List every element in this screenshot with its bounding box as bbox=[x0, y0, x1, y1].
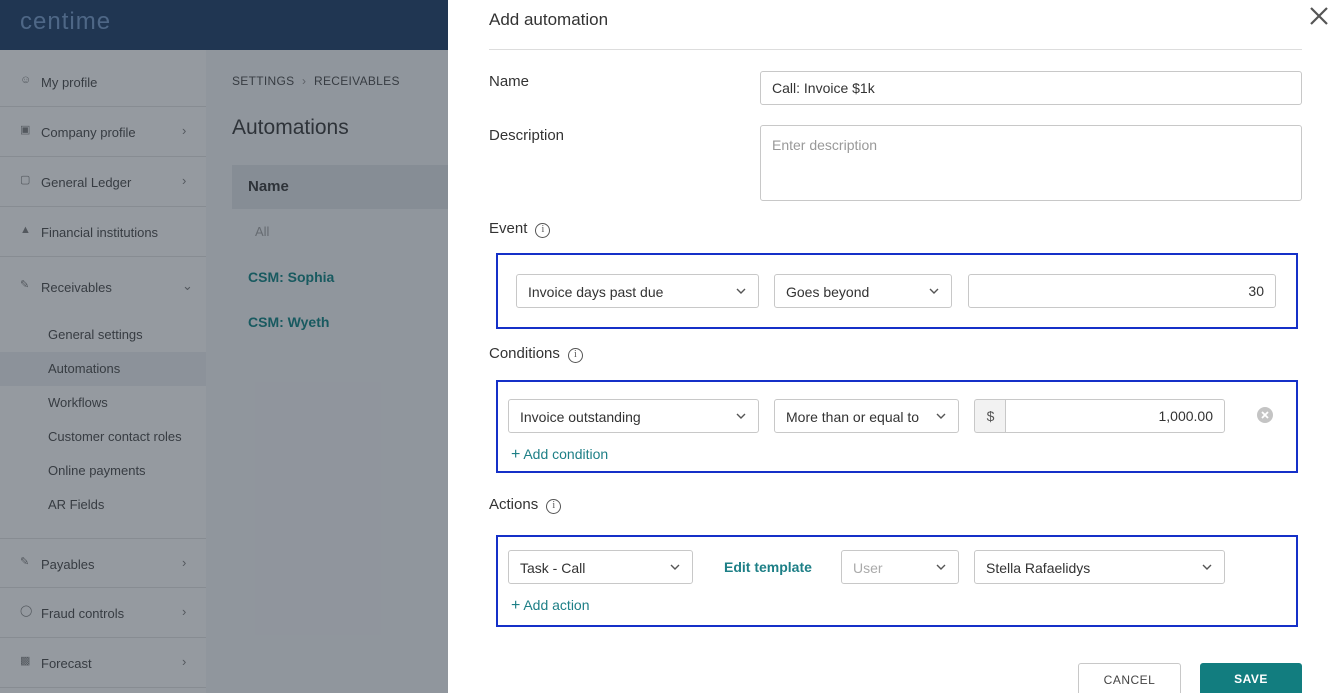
plus-icon: + bbox=[511, 446, 521, 463]
assignee-select[interactable]: Stella Rafaelidys bbox=[974, 550, 1225, 584]
event-value-input[interactable] bbox=[968, 274, 1276, 308]
add-condition-button[interactable]: + Add condition bbox=[511, 446, 608, 464]
select-value: User bbox=[853, 560, 883, 576]
actions-label-row: Actions i bbox=[489, 496, 562, 514]
save-button[interactable]: SAVE bbox=[1200, 663, 1302, 693]
info-icon[interactable]: i bbox=[567, 348, 583, 363]
close-icon bbox=[1310, 7, 1328, 25]
chevron-down-icon bbox=[736, 288, 746, 294]
select-value: Goes beyond bbox=[786, 284, 870, 300]
condition-value-input[interactable] bbox=[1005, 399, 1225, 433]
chevron-down-icon bbox=[670, 564, 680, 570]
condition-type-select[interactable]: Invoice outstanding bbox=[508, 399, 759, 433]
select-value: Stella Rafaelidys bbox=[986, 560, 1091, 576]
remove-condition-button[interactable] bbox=[1257, 407, 1273, 423]
select-value: Invoice outstanding bbox=[520, 409, 641, 425]
event-type-select[interactable]: Invoice days past due bbox=[516, 274, 759, 308]
close-circle-icon bbox=[1261, 411, 1269, 419]
close-button[interactable] bbox=[1306, 3, 1332, 29]
description-label: Description bbox=[489, 127, 565, 144]
divider bbox=[489, 49, 1302, 50]
panel-title: Add automation bbox=[489, 10, 609, 29]
add-action-button[interactable]: + Add action bbox=[511, 597, 590, 615]
modal-overlay[interactable] bbox=[0, 0, 448, 693]
event-label: Event bbox=[489, 220, 528, 237]
condition-operator-select[interactable]: More than or equal to bbox=[774, 399, 959, 433]
assignee-type-select[interactable]: User bbox=[841, 550, 959, 584]
description-input[interactable] bbox=[760, 125, 1302, 201]
conditions-label: Conditions bbox=[489, 345, 560, 362]
chevron-down-icon bbox=[1202, 564, 1212, 570]
event-label-row: Event i bbox=[489, 220, 551, 238]
add-automation-panel: Add automation Name Description Eventi I… bbox=[448, 0, 1340, 693]
action-type-select[interactable]: Task - Call bbox=[508, 550, 693, 584]
select-value: More than or equal to bbox=[786, 409, 920, 425]
chevron-down-icon bbox=[736, 413, 746, 419]
add-condition-label: Add condition bbox=[523, 446, 609, 462]
chevron-down-icon bbox=[929, 288, 939, 294]
plus-icon: + bbox=[511, 597, 521, 614]
cancel-button[interactable]: CANCEL bbox=[1078, 663, 1181, 693]
edit-template-link[interactable]: Edit template bbox=[724, 559, 812, 575]
info-icon[interactable]: i bbox=[546, 499, 562, 514]
info-icon[interactable]: i bbox=[535, 223, 551, 238]
name-label: Name bbox=[489, 73, 530, 90]
conditions-label-row: Conditions i bbox=[489, 345, 583, 363]
name-input[interactable] bbox=[760, 71, 1302, 105]
chevron-down-icon bbox=[936, 564, 946, 570]
currency-prefix: $ bbox=[974, 399, 1006, 433]
select-value: Invoice days past due bbox=[528, 284, 664, 300]
select-value: Task - Call bbox=[520, 560, 586, 576]
event-operator-select[interactable]: Goes beyond bbox=[774, 274, 952, 308]
chevron-down-icon bbox=[936, 413, 946, 419]
add-action-label: Add action bbox=[523, 597, 590, 613]
actions-label: Actions bbox=[489, 496, 539, 513]
